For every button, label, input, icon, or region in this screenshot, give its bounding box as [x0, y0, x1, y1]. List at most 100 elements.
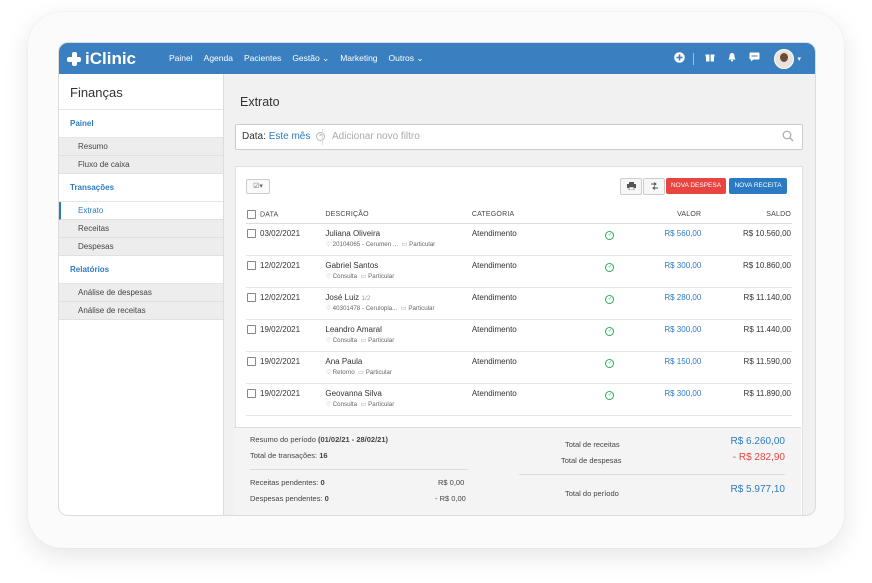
print-icon[interactable] — [620, 178, 642, 195]
col-header-saldo[interactable]: SALDO — [702, 205, 792, 224]
sidebar-item-extrato[interactable]: Extrato — [59, 202, 223, 220]
chevron-down-icon[interactable]: ▾ — [797, 55, 801, 63]
summary-total-transactions: Total de transações: 16 — [250, 451, 328, 460]
add-filter-input[interactable]: Adicionar novo filtro — [332, 131, 420, 142]
procedure-info: ♡ Consulta ▭ Particular — [325, 337, 395, 344]
cell-valor[interactable]: R$ 300,00 — [620, 383, 703, 416]
page-title: Extrato — [240, 95, 280, 109]
table-row[interactable]: 12/02/2021 Gabriel Santos ♡ Consulta ▭ Pa… — [246, 255, 792, 288]
search-icon[interactable] — [782, 130, 794, 142]
cell-category: Atendimento — [470, 351, 600, 384]
cell-saldo: R$ 11.890,00 — [702, 383, 792, 416]
cell-status: ✓ — [599, 319, 621, 352]
sidebar-section-relatorios[interactable]: Relatórios — [59, 256, 223, 284]
filter-value: Este mês — [268, 131, 311, 142]
procedure-info: ♡ Retorno ▭ Particular — [325, 369, 392, 376]
col-header-valor[interactable]: VALOR — [620, 205, 703, 224]
cell-valor[interactable]: R$ 280,00 — [620, 287, 703, 320]
patient-name[interactable]: José Luiz — [325, 293, 359, 302]
cell-description[interactable]: Geovanna Silva ♡ Consulta ▭ Particular — [324, 383, 471, 416]
chat-icon[interactable] — [748, 52, 760, 65]
cell-category: Atendimento — [470, 223, 600, 256]
table-row[interactable]: 19/02/2021 Ana Paula ♡ Retorno ▭ Particul… — [246, 351, 792, 384]
total-expenses-label: Total de despesas — [561, 456, 622, 465]
cell-description[interactable]: Juliana Oliveira ♡ 20104065 - Cerumen ..… — [324, 223, 471, 256]
cell-description[interactable]: Leandro Amaral ♡ Consulta ▭ Particular — [324, 319, 471, 352]
card-icon: ▭ — [360, 337, 367, 344]
card-icon: ▭ — [360, 401, 367, 408]
row-checkbox[interactable] — [247, 325, 256, 335]
main-menu: Painel Agenda Pacientes Gestão ⌄ Marketi… — [169, 53, 435, 64]
col-header-category[interactable]: CATEGORIA — [470, 205, 600, 224]
sidebar-item-fluxo-de-caixa[interactable]: Fluxo de caixa — [59, 156, 223, 174]
user-avatar[interactable] — [774, 48, 795, 69]
cell-date: 03/02/2021 — [246, 223, 325, 256]
table-row[interactable]: 12/02/2021 José Luiz 1/2 ♡ 40301478 - Ceru… — [246, 287, 792, 320]
brand-logo[interactable]: iClinic — [67, 49, 136, 69]
sidebar-section-transacoes[interactable]: Transações — [59, 174, 223, 202]
stethoscope-icon: ♡ — [325, 273, 331, 280]
cell-valor[interactable]: R$ 560,00 — [620, 223, 703, 256]
row-checkbox[interactable] — [247, 229, 256, 239]
filter-label: Data: — [242, 131, 266, 142]
add-circle-icon[interactable] — [673, 51, 685, 66]
table-row[interactable]: 03/02/2021 Juliana Oliveira ♡ 20104065 - … — [246, 223, 792, 256]
table-row[interactable]: 19/02/2021 Leandro Amaral ♡ Consulta ▭ Pa… — [246, 319, 792, 352]
sidebar-item-receitas[interactable]: Receitas — [59, 220, 223, 238]
row-checkbox[interactable] — [247, 261, 256, 271]
patient-name[interactable]: Ana Paula — [325, 357, 362, 366]
top-navbar: iClinic Painel Agenda Pacientes Gestão ⌄… — [59, 43, 815, 74]
cell-valor[interactable]: R$ 300,00 — [620, 255, 703, 288]
summary-totals-divider — [519, 474, 785, 475]
period-summary: Resumo do período (01/02/21 - 28/02/21) … — [234, 427, 801, 515]
row-checkbox[interactable] — [247, 389, 256, 399]
sidebar-section-painel[interactable]: Painel — [59, 110, 223, 138]
row-checkbox[interactable] — [247, 293, 256, 303]
cell-valor[interactable]: R$ 150,00 — [620, 351, 703, 384]
nav-item-painel[interactable]: Painel — [169, 53, 193, 64]
cell-valor[interactable]: R$ 300,00 — [620, 319, 703, 352]
patient-name[interactable]: Juliana Oliveira — [325, 229, 380, 238]
sidebar-item-analise-receitas[interactable]: Análise de receitas — [59, 302, 223, 320]
sidebar-item-analise-despesas[interactable]: Análise de despesas — [59, 284, 223, 302]
gift-icon[interactable] — [704, 52, 716, 65]
sidebar-item-resumo[interactable]: Resumo — [59, 138, 223, 156]
patient-name[interactable]: Gabriel Santos — [325, 261, 378, 270]
remove-filter-icon[interactable]: × — [316, 131, 326, 141]
cell-description[interactable]: Ana Paula ♡ Retorno ▭ Particular — [324, 351, 471, 384]
patient-name[interactable]: Geovanna Silva — [325, 389, 381, 398]
filter-bar[interactable]: Data: Este mês × Adicionar novo filtro — [235, 124, 803, 150]
filter-chip[interactable]: Data: Este mês × — [242, 131, 326, 142]
bulk-select-dropdown[interactable]: ☑▾ — [246, 179, 270, 194]
cell-category: Atendimento — [470, 255, 600, 288]
stethoscope-icon: ♡ — [325, 337, 331, 344]
row-checkbox[interactable] — [247, 357, 256, 367]
cell-description[interactable]: José Luiz 1/2 ♡ 40301478 - Ceruloplа... ▭… — [324, 287, 471, 320]
col-header-description[interactable]: DESCRIÇÃO — [324, 205, 471, 224]
stethoscope-icon: ♡ — [325, 241, 331, 248]
summary-pending-income-value: R$ 0,00 — [438, 478, 465, 487]
nav-item-gestao[interactable]: Gestão ⌄ — [292, 53, 329, 64]
check-circle-icon: ✓ — [605, 295, 615, 304]
card-icon: ▭ — [401, 241, 408, 248]
col-header-date[interactable]: DATA — [246, 205, 325, 224]
bell-icon[interactable] — [726, 52, 738, 65]
procedure-info: ♡ 20104065 - Cerumen ... ▭ Particular — [325, 241, 436, 248]
nav-item-pacientes[interactable]: Pacientes — [244, 53, 281, 64]
cell-description[interactable]: Gabriel Santos ♡ Consulta ▭ Particular — [324, 255, 471, 288]
patient-name[interactable]: Leandro Amaral — [325, 325, 381, 334]
sidebar-item-despesas[interactable]: Despesas — [59, 238, 223, 256]
cell-saldo: R$ 10.860,00 — [702, 255, 792, 288]
nav-item-outros[interactable]: Outros ⌄ — [389, 53, 424, 64]
transfer-icon[interactable] — [643, 178, 665, 195]
table-row[interactable]: 19/02/2021 Geovanna Silva ♡ Consulta ▭ Pa… — [246, 383, 792, 416]
select-all-checkbox[interactable] — [247, 209, 256, 219]
procedure-info: ♡ Consulta ▭ Particular — [325, 273, 395, 280]
nav-item-agenda[interactable]: Agenda — [204, 53, 233, 64]
nav-item-marketing[interactable]: Marketing — [340, 53, 377, 64]
new-income-button[interactable]: NOVA RECEITA — [729, 178, 787, 194]
cell-category: Atendimento — [470, 287, 600, 320]
cell-status: ✓ — [599, 287, 621, 320]
new-expense-button[interactable]: NOVA DESPESA — [666, 178, 726, 194]
cell-date: 12/02/2021 — [246, 287, 325, 320]
